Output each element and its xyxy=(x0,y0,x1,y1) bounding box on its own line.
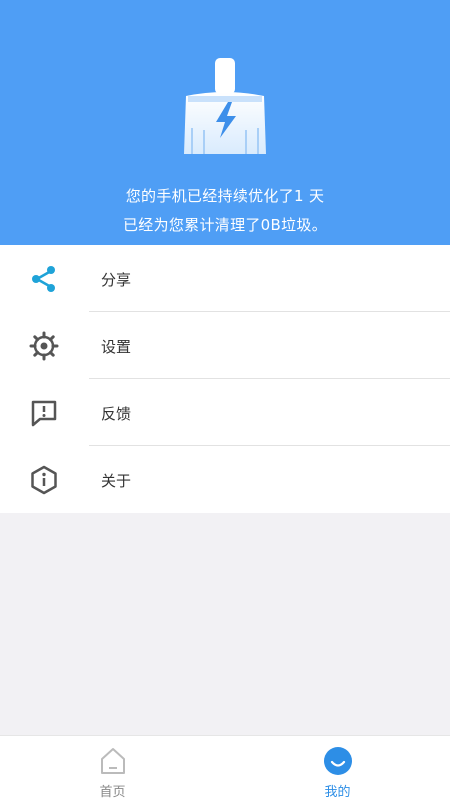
feedback-icon xyxy=(31,400,57,427)
menu-item-label: 设置 xyxy=(101,338,132,356)
optimize-days-text: 您的手机已经持续优化了1 天 xyxy=(125,187,325,205)
profile-icon xyxy=(324,747,352,775)
menu-item-label: 分享 xyxy=(101,271,132,289)
bottom-tab-bar: 首页 我的 xyxy=(0,735,450,801)
header-banner: 您的手机已经持续优化了1 天 已经为您累计清理了0B垃圾。 xyxy=(0,0,450,245)
menu-list: 分享 设置 反馈 关于 xyxy=(0,245,450,513)
menu-item-settings[interactable]: 设置 xyxy=(0,312,450,379)
tab-label: 首页 xyxy=(99,785,126,800)
menu-item-share[interactable]: 分享 xyxy=(0,245,450,312)
menu-item-about[interactable]: 关于 xyxy=(0,446,450,513)
cleaned-total-text: 已经为您累计清理了0B垃圾。 xyxy=(122,216,328,234)
info-icon xyxy=(31,465,57,495)
menu-item-label: 关于 xyxy=(101,472,132,490)
tab-mine[interactable]: 我的 xyxy=(225,736,450,801)
menu-item-label: 反馈 xyxy=(101,405,132,423)
tab-home[interactable]: 首页 xyxy=(0,736,225,801)
tab-label: 我的 xyxy=(324,785,351,800)
share-icon xyxy=(32,266,55,292)
home-icon xyxy=(101,748,125,774)
broom-lightning-icon xyxy=(184,58,266,154)
gear-icon xyxy=(29,331,59,361)
menu-item-feedback[interactable]: 反馈 xyxy=(0,379,450,446)
